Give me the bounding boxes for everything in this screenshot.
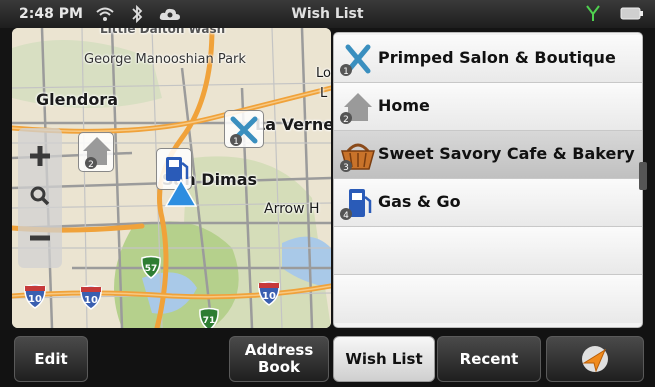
plus-icon [30,146,50,166]
edit-button[interactable]: Edit [14,336,88,382]
map-label: Lov [316,66,331,81]
shield-number: 71 [203,316,216,326]
map-view[interactable]: Little Dalton Wash George Manooshian Par… [12,28,331,328]
signal-icon [586,5,600,21]
house-icon: 2 [340,93,372,125]
zoom-in-button[interactable] [18,136,62,176]
shield-number: 10 [262,291,276,302]
list-item[interactable]: 3 Sweet Savory Cafe & Bakery [334,131,642,179]
list-item-label: Gas & Go [378,192,461,211]
list-item-number: 3 [343,163,349,173]
route-57-shield-icon: 57 [141,255,161,279]
shield-number: 10 [84,295,98,306]
map-label: George Manooshian Park [84,52,246,67]
status-bar: 2:48 PM Wish List [0,0,655,28]
minus-icon [30,235,50,241]
screen-title: Wish List [291,6,364,22]
wish-list-tab[interactable]: Wish List [333,336,435,382]
route-71-shield-icon: 71 [199,307,219,328]
zoom-level-button[interactable] [18,180,62,212]
scissors-icon: 1 [340,44,371,77]
list-item-number: 1 [343,67,349,77]
interstate-10-shield-icon: 10 [80,285,102,310]
recent-tab[interactable]: Recent [437,336,541,382]
gas-pump-icon: 4 [340,189,372,221]
list-item-empty [334,275,642,323]
list-scroll-handle[interactable] [639,162,647,190]
address-book-label-line2: Book [257,358,301,376]
zoom-controls [18,128,62,268]
edit-button-label: Edit [34,350,68,368]
shield-number: 10 [28,294,42,305]
interstate-10-shield-icon: 10 [258,281,280,306]
current-location-arrow-icon [164,178,198,207]
list-item[interactable]: 4 Gas & Go [334,179,642,227]
list-item-label: Home [378,96,430,115]
battery-icon [620,7,643,20]
map-label: La Verne [255,115,331,134]
pin-number: 1 [233,137,239,147]
map-label: Glendora [36,90,118,109]
zoom-out-button[interactable] [18,218,62,258]
home-map-pin[interactable]: 2 [78,132,114,172]
map-label: L [320,86,328,101]
address-book-label-line1: Address [244,341,314,359]
list-item-empty [334,227,642,275]
recent-tab-label: Recent [459,350,519,368]
wish-list-tab-label: Wish List [345,350,423,368]
list-item-label: Primped Salon & Boutique [378,48,616,67]
navigation-arrow-icon [582,346,608,373]
navigate-button[interactable] [546,336,644,382]
map-label: Little Dalton Wash [100,28,226,36]
map-label: Arrow H [264,201,320,217]
list-item-number: 4 [343,211,349,221]
list-item-number: 2 [343,115,349,125]
house-icon: 2 [83,137,111,170]
pin-number: 2 [88,160,94,170]
basket-icon: 3 [340,143,375,173]
salon-map-pin[interactable]: 1 [224,110,264,148]
magnifier-icon [30,186,50,206]
list-item[interactable]: 2 Home [334,83,642,131]
address-book-button[interactable]: Address Book [229,336,329,382]
wish-list: 1 Primped Salon & Boutique 2 Home 3 Swee… [333,32,643,328]
list-item[interactable]: 1 Primped Salon & Boutique [334,35,642,83]
scissors-icon: 1 [230,116,258,147]
list-item-label: Sweet Savory Cafe & Bakery [378,144,635,163]
shield-number: 57 [145,264,158,274]
interstate-10-shield-icon: 10 [24,284,46,309]
